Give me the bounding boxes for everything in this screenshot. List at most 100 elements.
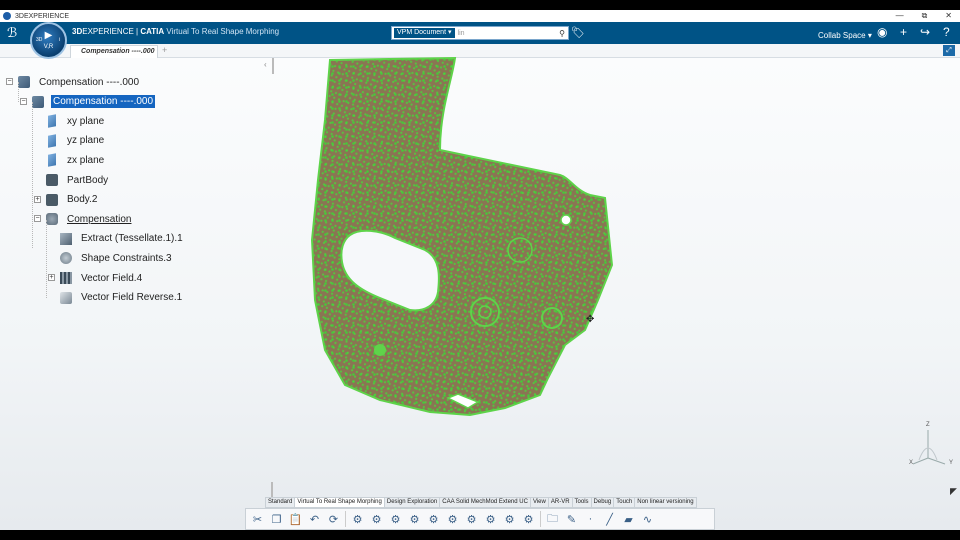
action-tab[interactable]: Debug	[590, 497, 615, 508]
collapse-toggle-icon[interactable]: −	[6, 78, 13, 85]
help-icon[interactable]: ?	[943, 25, 950, 39]
tree-node[interactable]: yz plane	[46, 133, 106, 149]
axis-z-label: Z	[926, 422, 930, 428]
folder-icon[interactable]: 🗀	[545, 512, 560, 527]
shape-constraints-icon	[60, 252, 72, 265]
action-tab[interactable]: Design Exploration	[383, 497, 441, 508]
copy-icon[interactable]: ❐	[269, 512, 284, 527]
cursor-arrow-icon: ◤	[950, 486, 957, 496]
tree-node[interactable]: Extract (Tessellate.1).1	[60, 231, 185, 247]
vector-field-reverse-icon	[60, 291, 72, 304]
curve-icon[interactable]: ∿	[640, 512, 655, 527]
tree-splitter[interactable]	[272, 58, 274, 74]
action-tab[interactable]: AR-VR	[547, 497, 573, 508]
expand-toggle-icon[interactable]: +	[34, 195, 41, 203]
tag-icon[interactable]: 🏷	[571, 26, 585, 39]
action-tab[interactable]: Tools	[571, 497, 592, 508]
update-icon[interactable]: ⟳	[326, 512, 341, 527]
share-icon[interactable]: ↪	[920, 25, 930, 39]
window-title: 3DEXPERIENCE	[15, 12, 70, 20]
tree-node[interactable]: − Compensation	[34, 211, 133, 227]
action-bar-grip[interactable]	[271, 482, 273, 497]
search-icon[interactable]: ⚲	[559, 29, 565, 38]
morph-icon-3[interactable]: ⚙	[388, 512, 403, 527]
paste-icon[interactable]: 📋	[288, 512, 303, 527]
tree-node[interactable]: xy plane	[46, 113, 106, 129]
cut-icon[interactable]: ✂	[250, 512, 265, 527]
brand-rest: EXPERIENCE |	[82, 27, 141, 36]
tree-node-label: yz plane	[67, 135, 105, 147]
action-tab[interactable]: View	[529, 497, 549, 508]
search-input[interactable]: lin	[455, 30, 560, 37]
close-button[interactable]: ✕	[945, 10, 952, 22]
plane-icon	[48, 134, 56, 148]
tree-node-label: Compensation ----.000	[51, 95, 156, 109]
body-icon	[46, 193, 58, 206]
undo-icon[interactable]: ↶	[307, 512, 322, 527]
user-icon[interactable]: ◉	[877, 25, 887, 39]
fullscreen-icon[interactable]: ⤢	[943, 45, 955, 56]
morph-icon-9[interactable]: ⚙	[502, 512, 517, 527]
expand-toggle-icon[interactable]: +	[48, 274, 55, 281]
restore-button[interactable]: ⧉	[922, 10, 928, 22]
letterbox-bottom	[0, 530, 960, 540]
tree-node-label: Extract (Tessellate.1).1	[81, 233, 183, 245]
action-tab[interactable]: Standard	[265, 497, 296, 508]
app-logo-icon	[3, 12, 11, 20]
tree-node[interactable]: PartBody	[46, 172, 110, 188]
tab-compensation[interactable]: Compensation ----.000	[70, 45, 158, 58]
action-tab[interactable]: Touch	[613, 497, 636, 508]
add-icon[interactable]: +	[900, 25, 907, 39]
search-scope-label: VPM Document	[397, 29, 447, 36]
collapse-tree-icon[interactable]: ‹	[264, 60, 267, 69]
morph-icon-6[interactable]: ⚙	[445, 512, 460, 527]
tree-node[interactable]: − Compensation ----.000	[6, 74, 141, 90]
tree-node-label: Body.2	[67, 194, 98, 206]
collapse-toggle-icon[interactable]: −	[34, 215, 41, 223]
morph-icon-1[interactable]: ⚙	[350, 512, 365, 527]
search-bar[interactable]: VPM Document ▾ lin ⚲	[391, 26, 569, 40]
plane-icon[interactable]: ▰	[621, 512, 636, 527]
tessellate-icon	[60, 232, 72, 245]
add-tab-icon[interactable]: +	[162, 45, 167, 55]
collab-space-dropdown[interactable]: Collab Space ▾	[818, 31, 872, 40]
axis-triad[interactable]: Z X Y	[905, 420, 955, 470]
compass-3d-label: 3D	[36, 37, 43, 43]
morph-icon-10[interactable]: ⚙	[521, 512, 536, 527]
morph-icon-5[interactable]: ⚙	[426, 512, 441, 527]
action-tab[interactable]: Non linear versioning	[634, 497, 697, 508]
morph-icon-2[interactable]: ⚙	[369, 512, 384, 527]
tree-node-label: xy plane	[67, 115, 105, 127]
tab-bar: Compensation ----.000 +	[0, 44, 960, 58]
minimize-button[interactable]: —	[896, 10, 904, 22]
tree-node-label: zx plane	[67, 154, 105, 166]
tree-node[interactable]: Vector Field Reverse.1	[60, 290, 184, 306]
tree-node[interactable]: − Compensation ----.000	[20, 94, 156, 110]
geoset-icon	[46, 213, 58, 226]
action-tab[interactable]: Virtual To Real Shape Morphing	[294, 497, 385, 508]
tree-node-label: Vector Field Reverse.1	[81, 292, 183, 304]
line-icon[interactable]: ╱	[602, 512, 617, 527]
edit-icon[interactable]: ✎	[564, 512, 579, 527]
tree-node[interactable]: + Body.2	[34, 192, 99, 208]
compass-widget[interactable]: 3D i ▶ V,R	[30, 22, 67, 59]
action-bar: ✂ ❐ 📋 ↶ ⟳ ⚙ ⚙ ⚙ ⚙ ⚙ ⚙ ⚙ ⚙ ⚙ ⚙ 🗀 ✎ · ╱ ▰ ∿	[245, 508, 715, 530]
morph-icon-4[interactable]: ⚙	[407, 512, 422, 527]
point-icon[interactable]: ·	[583, 512, 598, 527]
tree-node[interactable]: zx plane	[46, 152, 106, 168]
plane-icon	[48, 153, 56, 168]
tree-node[interactable]: Shape Constraints.3	[60, 250, 174, 266]
morph-icon-7[interactable]: ⚙	[464, 512, 479, 527]
product-icon	[18, 76, 30, 88]
axis-y-label: Y	[949, 460, 954, 466]
toolbar-separator	[345, 511, 346, 527]
brand-title: 3DEXPERIENCE | CATIA Virtual To Real Sha…	[72, 27, 279, 36]
tree-node[interactable]: + Vector Field.4	[48, 270, 144, 286]
search-scope-dropdown[interactable]: VPM Document ▾	[394, 28, 455, 38]
morph-icon-8[interactable]: ⚙	[483, 512, 498, 527]
collapse-toggle-icon[interactable]: −	[20, 97, 27, 105]
brand-bold: 3D	[72, 27, 83, 36]
ds-logo-icon[interactable]: ℬ	[7, 25, 17, 41]
play-icon[interactable]: ▶	[45, 31, 53, 41]
action-tab[interactable]: CAA Solid MechMod Extend UC	[439, 497, 531, 508]
